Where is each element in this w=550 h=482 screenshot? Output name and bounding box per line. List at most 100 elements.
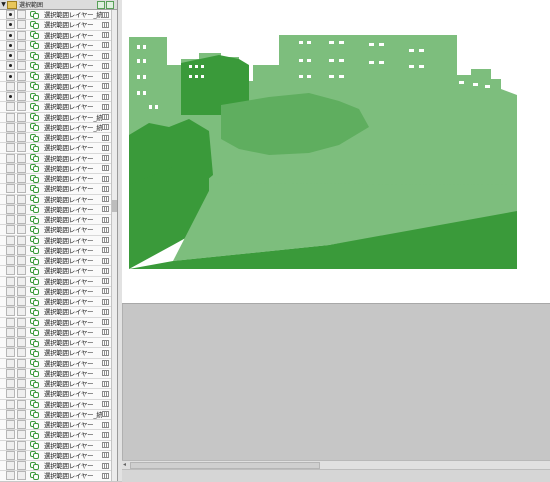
lock-toggle-icon[interactable]: [17, 389, 26, 399]
layer-property-icon[interactable]: [102, 52, 109, 59]
visibility-eye-icon[interactable]: [6, 122, 15, 132]
lock-toggle-icon[interactable]: [17, 143, 26, 153]
lock-toggle-icon[interactable]: [17, 266, 26, 276]
layer-folder-header[interactable]: ▼ 選択範囲: [0, 0, 117, 10]
layer-property-icon[interactable]: [102, 278, 109, 285]
layer-name[interactable]: 選択範囲レイヤー: [44, 277, 102, 286]
layer-property-icon[interactable]: [102, 370, 109, 377]
layer-row[interactable]: 選択範囲レイヤー: [0, 215, 111, 226]
layer-name[interactable]: 選択範囲レイヤー_統合④: [44, 113, 102, 122]
layer-name[interactable]: 選択範囲レイヤー: [44, 461, 102, 470]
visibility-eye-icon[interactable]: [6, 450, 15, 460]
layer-row[interactable]: 選択範囲レイヤー: [0, 30, 111, 41]
layer-row[interactable]: 選択範囲レイヤー: [0, 245, 111, 256]
layer-row[interactable]: 選択範囲レイヤー: [0, 338, 111, 349]
visibility-eye-icon[interactable]: [6, 71, 15, 81]
layer-name[interactable]: 選択範囲レイヤー: [44, 195, 102, 204]
lock-toggle-icon[interactable]: [17, 30, 26, 40]
layer-row[interactable]: 選択範囲レイヤー: [0, 256, 111, 267]
layer-property-icon[interactable]: [102, 442, 109, 449]
layer-property-icon[interactable]: [102, 155, 109, 162]
lock-toggle-icon[interactable]: [17, 184, 26, 194]
layer-row[interactable]: 選択範囲レイヤー_統合④: [0, 112, 111, 123]
layer-name[interactable]: 選択範囲レイヤー_統合②: [44, 10, 102, 19]
visibility-eye-icon[interactable]: [6, 348, 15, 358]
visibility-eye-icon[interactable]: [6, 256, 15, 266]
layer-row[interactable]: 選択範囲レイヤー: [0, 133, 111, 144]
layer-name[interactable]: 選択範囲レイヤー: [44, 420, 102, 429]
lock-toggle-icon[interactable]: [17, 81, 26, 91]
layer-property-icon[interactable]: [102, 257, 109, 264]
lock-toggle-icon[interactable]: [17, 163, 26, 173]
layer-property-icon[interactable]: [102, 452, 109, 459]
layer-row[interactable]: 選択範囲レイヤー: [0, 286, 111, 297]
layer-row[interactable]: 選択範囲レイヤー: [0, 379, 111, 390]
layer-row[interactable]: 選択範囲レイヤー: [0, 92, 111, 103]
lock-toggle-icon[interactable]: [17, 40, 26, 50]
layer-row[interactable]: 選択範囲レイヤー: [0, 81, 111, 92]
visibility-eye-icon[interactable]: [6, 51, 15, 61]
visibility-eye-icon[interactable]: [6, 153, 15, 163]
lock-toggle-icon[interactable]: [17, 174, 26, 184]
layer-property-icon[interactable]: [102, 349, 109, 356]
lock-toggle-icon[interactable]: [17, 153, 26, 163]
layer-property-icon[interactable]: [102, 124, 109, 131]
lock-toggle-icon[interactable]: [17, 317, 26, 327]
visibility-eye-icon[interactable]: [6, 225, 15, 235]
layer-row[interactable]: 選択範囲レイヤー: [0, 204, 111, 215]
lock-toggle-icon[interactable]: [17, 338, 26, 348]
layer-property-icon[interactable]: [102, 226, 109, 233]
layer-name[interactable]: 選択範囲レイヤー: [44, 72, 102, 81]
layer-name[interactable]: 選択範囲レイヤー: [44, 236, 102, 245]
visibility-eye-icon[interactable]: [6, 307, 15, 317]
visibility-eye-icon[interactable]: [6, 194, 15, 204]
layer-name[interactable]: 選択範囲レイヤー: [44, 369, 102, 378]
visibility-eye-icon[interactable]: [6, 399, 15, 409]
layer-property-icon[interactable]: [102, 175, 109, 182]
layer-name[interactable]: 選択範囲レイヤー: [44, 348, 102, 357]
visibility-eye-icon[interactable]: [6, 215, 15, 225]
visibility-eye-icon[interactable]: [6, 266, 15, 276]
layer-name[interactable]: 選択範囲レイヤー: [44, 297, 102, 306]
lock-toggle-icon[interactable]: [17, 71, 26, 81]
lock-toggle-icon[interactable]: [17, 471, 26, 481]
lock-toggle-icon[interactable]: [17, 245, 26, 255]
layer-name[interactable]: 選択範囲レイヤー: [44, 471, 102, 480]
layer-property-icon[interactable]: [102, 134, 109, 141]
layer-name[interactable]: 選択範囲レイヤー: [44, 379, 102, 388]
layer-name[interactable]: 選択範囲レイヤー: [44, 225, 102, 234]
lock-toggle-icon[interactable]: [17, 256, 26, 266]
layer-row[interactable]: 選択範囲レイヤー: [0, 307, 111, 318]
visibility-eye-icon[interactable]: [6, 327, 15, 337]
visibility-eye-icon[interactable]: [6, 174, 15, 184]
layer-property-icon[interactable]: [102, 298, 109, 305]
visibility-eye-icon[interactable]: [6, 245, 15, 255]
visibility-eye-icon[interactable]: [6, 163, 15, 173]
layer-name[interactable]: 選択範囲レイヤー: [44, 41, 102, 50]
layer-property-icon[interactable]: [102, 308, 109, 315]
lock-toggle-icon[interactable]: [17, 235, 26, 245]
layer-row[interactable]: 選択範囲レイヤー: [0, 61, 111, 72]
layer-row[interactable]: 選択範囲レイヤー: [0, 235, 111, 246]
layer-property-icon[interactable]: [102, 431, 109, 438]
layer-row[interactable]: 選択範囲レイヤー: [0, 358, 111, 369]
lock-toggle-icon[interactable]: [17, 307, 26, 317]
layer-name[interactable]: 選択範囲レイヤー: [44, 389, 102, 398]
layer-property-icon[interactable]: [102, 62, 109, 69]
lock-toggle-icon[interactable]: [17, 112, 26, 122]
layer-name[interactable]: 選択範囲レイヤー: [44, 328, 102, 337]
layer-name[interactable]: 選択範囲レイヤー: [44, 174, 102, 183]
layer-settings-icon[interactable]: [106, 0, 114, 9]
layer-property-icon[interactable]: [102, 288, 109, 295]
visibility-eye-icon[interactable]: [6, 81, 15, 91]
scroll-left-arrow-icon[interactable]: ◂: [123, 461, 126, 468]
layer-row[interactable]: 選択範囲レイヤー: [0, 430, 111, 441]
canvas-horizontal-scrollbar[interactable]: ◂: [122, 460, 550, 469]
layer-property-icon[interactable]: [102, 247, 109, 254]
layer-property-icon[interactable]: [102, 196, 109, 203]
layer-property-icon[interactable]: [102, 11, 109, 18]
layer-name[interactable]: 選択範囲レイヤー: [44, 82, 102, 91]
layer-row[interactable]: 選択範囲レイヤー: [0, 20, 111, 31]
layer-property-icon[interactable]: [102, 267, 109, 274]
layer-name[interactable]: 選択範囲レイヤー: [44, 164, 102, 173]
